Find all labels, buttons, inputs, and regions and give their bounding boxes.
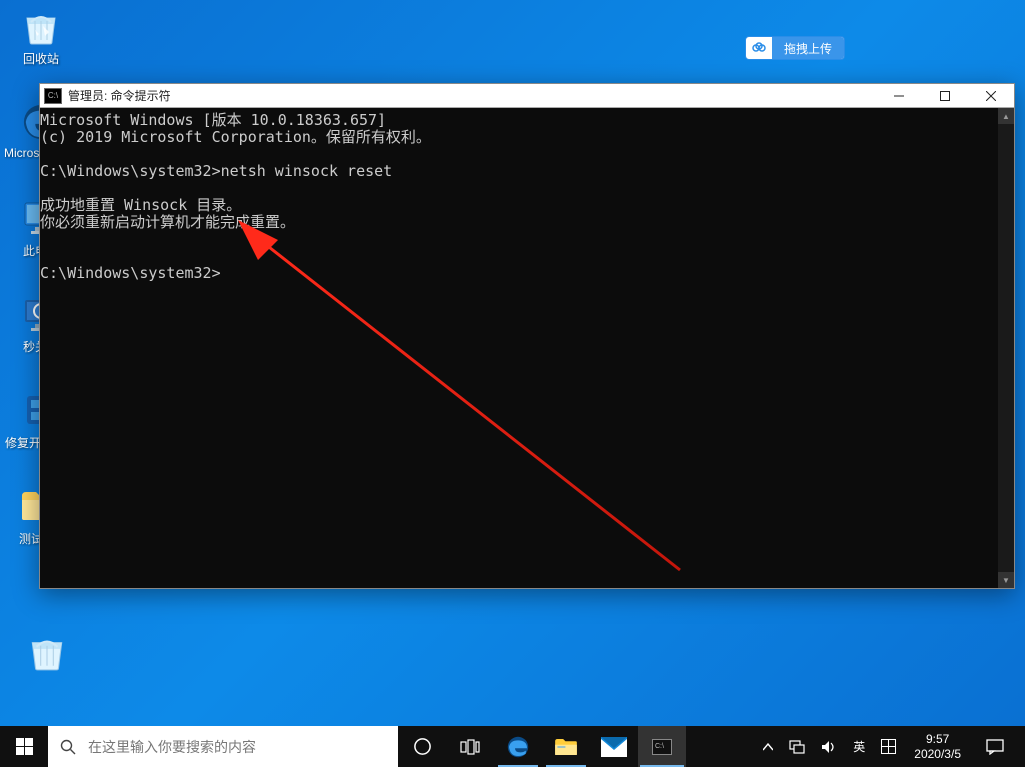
clock-date: 2020/3/5	[914, 747, 961, 762]
upload-label: 拖拽上传	[772, 37, 844, 59]
tray-network[interactable]	[781, 726, 813, 767]
cloud-icon	[746, 37, 772, 59]
scroll-down-icon[interactable]: ▼	[998, 572, 1014, 588]
cmd-body[interactable]: Microsoft Windows [版本 10.0.18363.657] (c…	[40, 108, 1014, 588]
desktop-icon-label: 回收站	[4, 50, 78, 67]
tray-ime[interactable]: 英	[845, 726, 873, 767]
task-view-button[interactable]	[446, 726, 494, 767]
search-placeholder: 在这里输入你要搜索的内容	[88, 737, 256, 757]
task-view-icon	[460, 739, 480, 755]
search-icon	[48, 739, 88, 755]
cmd-titlebar[interactable]: C:\ 管理员: 命令提示符	[40, 84, 1014, 108]
cmd-title: 管理员: 命令提示符	[68, 87, 171, 104]
cmd-scrollbar[interactable]: ▲ ▼	[998, 108, 1014, 588]
taskbar-clock[interactable]: 9:57 2020/3/5	[904, 732, 971, 762]
taskbar-cmd[interactable]: C:\	[638, 726, 686, 767]
cmd-output: Microsoft Windows [版本 10.0.18363.657] (c…	[40, 112, 998, 282]
folder-icon	[554, 736, 578, 758]
tray-ime-mode[interactable]	[873, 726, 904, 767]
windows-icon	[16, 738, 33, 755]
tray-overflow-button[interactable]	[755, 726, 781, 767]
network-icon	[789, 740, 805, 754]
desktop-icon-recycle-bin[interactable]: 回收站	[4, 4, 78, 67]
system-tray: 英 9:57 2020/3/5	[755, 726, 1025, 767]
maximize-button[interactable]	[922, 84, 968, 107]
cortana-icon	[413, 737, 432, 756]
cmd-window: C:\ 管理员: 命令提示符 Microsoft Windows [版本 10.…	[39, 83, 1015, 589]
clock-time: 9:57	[926, 732, 949, 747]
desktop[interactable]: 回收站 Microsoft Edge 此电脑 秒关机 修复开始菜单 测试123	[0, 0, 1025, 767]
close-button[interactable]	[968, 84, 1014, 107]
cmd-app-icon: C:\	[44, 88, 62, 104]
ime-label: 英	[853, 738, 865, 755]
chevron-up-icon	[763, 743, 773, 751]
volume-icon	[821, 740, 837, 754]
action-center-button[interactable]	[971, 739, 1019, 755]
mail-icon	[601, 737, 627, 757]
cortana-button[interactable]	[398, 726, 446, 767]
edge-icon	[506, 735, 530, 759]
search-box[interactable]: 在这里输入你要搜索的内容	[48, 726, 398, 767]
notification-icon	[986, 739, 1004, 755]
scroll-up-icon[interactable]: ▲	[998, 108, 1014, 124]
upload-pill[interactable]: 拖拽上传	[745, 36, 845, 60]
recycle-bin-icon	[19, 4, 63, 48]
tray-volume[interactable]	[813, 726, 845, 767]
taskbar-explorer[interactable]	[542, 726, 590, 767]
minimize-button[interactable]	[876, 84, 922, 107]
cmd-icon: C:\	[652, 739, 672, 755]
recycle-bin-shadow-icon	[26, 630, 68, 677]
start-button[interactable]	[0, 726, 48, 767]
taskbar: 在这里输入你要搜索的内容 C:\ 英 9:57	[0, 726, 1025, 767]
ime-grid-icon	[881, 739, 896, 754]
taskbar-mail[interactable]	[590, 726, 638, 767]
taskbar-edge[interactable]	[494, 726, 542, 767]
